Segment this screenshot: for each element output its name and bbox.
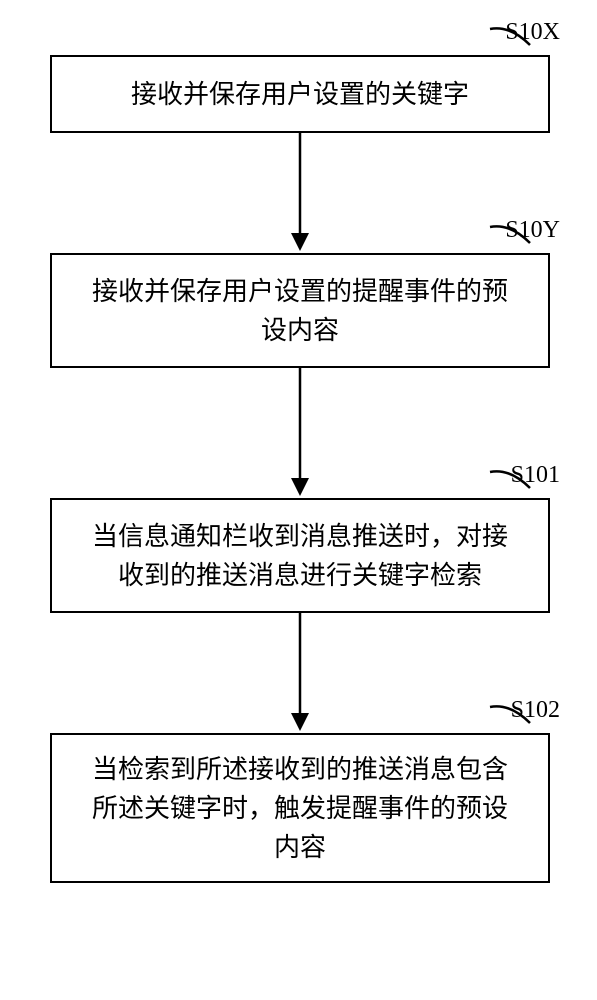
step-s10x: S10X 接收并保存用户设置的关键字 bbox=[50, 55, 550, 133]
step-text: 接收并保存用户设置的提醒事件的预设内容 bbox=[82, 272, 518, 350]
step-box: 接收并保存用户设置的关键字 bbox=[50, 55, 550, 133]
step-s101: S101 当信息通知栏收到消息推送时，对接收到的推送消息进行关键字检索 bbox=[50, 498, 550, 613]
step-label: S102 bbox=[511, 697, 560, 724]
step-label: S10Y bbox=[505, 217, 560, 244]
step-label: S101 bbox=[511, 462, 560, 489]
step-s102: S102 当检索到所述接收到的推送消息包含所述关键字时，触发提醒事件的预设内容 bbox=[50, 733, 550, 883]
step-box: 当信息通知栏收到消息推送时，对接收到的推送消息进行关键字检索 bbox=[50, 498, 550, 613]
step-s10y: S10Y 接收并保存用户设置的提醒事件的预设内容 bbox=[50, 253, 550, 368]
step-text: 当检索到所述接收到的推送消息包含所述关键字时，触发提醒事件的预设内容 bbox=[82, 750, 518, 867]
step-label: S10X bbox=[505, 19, 560, 46]
arrow-icon bbox=[50, 368, 550, 498]
arrow-icon bbox=[50, 133, 550, 253]
step-box: 当检索到所述接收到的推送消息包含所述关键字时，触发提醒事件的预设内容 bbox=[50, 733, 550, 883]
step-text: 当信息通知栏收到消息推送时，对接收到的推送消息进行关键字检索 bbox=[82, 517, 518, 595]
step-text: 接收并保存用户设置的关键字 bbox=[131, 75, 469, 114]
arrow-icon bbox=[50, 613, 550, 733]
step-box: 接收并保存用户设置的提醒事件的预设内容 bbox=[50, 253, 550, 368]
flowchart: S10X 接收并保存用户设置的关键字 S10Y 接收并保存用户设置的提醒事件的预… bbox=[50, 55, 550, 883]
